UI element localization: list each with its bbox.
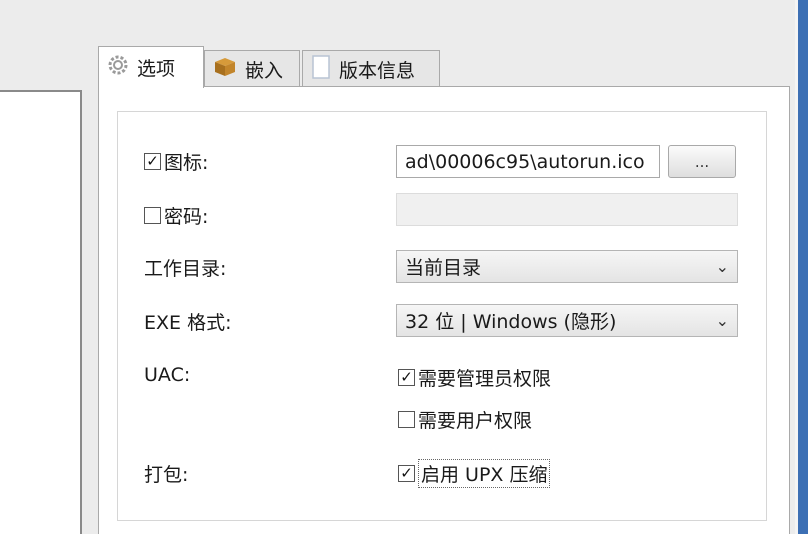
uac-user-option[interactable]: 需要用户权限 [398, 406, 532, 432]
exe-format-value: 32 位 | Windows (隐形) [405, 311, 617, 333]
uac-admin-option[interactable]: ✓ 需要管理员权限 [398, 364, 551, 390]
workdir-label: 工作目录: [144, 257, 227, 280]
uac-admin-label: 需要管理员权限 [418, 367, 552, 390]
pack-upx-option[interactable]: ✓ 启用 UPX 压缩 [398, 458, 551, 488]
upx-label: 启用 UPX 压缩 [418, 458, 551, 488]
upx-checkbox[interactable]: ✓ [398, 464, 415, 482]
tab-version-info-label: 版本信息 [339, 60, 416, 82]
document-icon [311, 55, 331, 84]
password-checkbox[interactable] [144, 206, 161, 224]
chevron-down-icon: ⌄ [715, 311, 729, 330]
uac-admin-checkbox[interactable]: ✓ [398, 368, 415, 386]
workdir-value: 当前目录 [405, 257, 482, 279]
chevron-down-icon: ⌄ [715, 257, 729, 276]
uac-user-label: 需要用户权限 [418, 409, 533, 432]
window-edge [798, 0, 808, 534]
tab-options[interactable]: 选项 [98, 46, 204, 88]
exe-format-label: EXE 格式: [144, 311, 232, 334]
uac-label: UAC: [144, 364, 191, 386]
exe-format-select[interactable]: 32 位 | Windows (隐形) ⌄ [396, 304, 738, 337]
icon-checkbox[interactable]: ✓ [144, 152, 161, 170]
password-input[interactable] [396, 193, 738, 226]
tab-options-label: 选项 [137, 58, 176, 80]
gear-icon [107, 54, 129, 81]
icon-option[interactable]: ✓ 图标: [144, 148, 208, 174]
password-option[interactable]: 密码: [144, 202, 208, 228]
uac-user-checkbox[interactable] [398, 410, 415, 428]
left-panel[interactable] [0, 90, 82, 534]
icon-path-input[interactable]: ad\00006c95\autorun.ico [396, 145, 660, 178]
password-label: 密码: [164, 205, 209, 228]
tab-embed-label: 嵌入 [245, 60, 284, 82]
app-window: 选项 嵌入 版本信息 ✓ 图标: ad\00006c95\autorun.ico [0, 0, 808, 534]
browse-button-label: ... [694, 152, 710, 171]
pack-label: 打包: [144, 463, 189, 486]
tab-version-info[interactable]: 版本信息 [302, 50, 440, 88]
workdir-select[interactable]: 当前目录 ⌄ [396, 250, 738, 283]
icon-label: 图标: [164, 151, 209, 174]
tab-embed[interactable]: 嵌入 [204, 50, 300, 88]
browse-icon-button[interactable]: ... [668, 145, 736, 178]
icon-path-value: ad\00006c95\autorun.ico [405, 150, 645, 173]
package-icon [213, 56, 237, 83]
